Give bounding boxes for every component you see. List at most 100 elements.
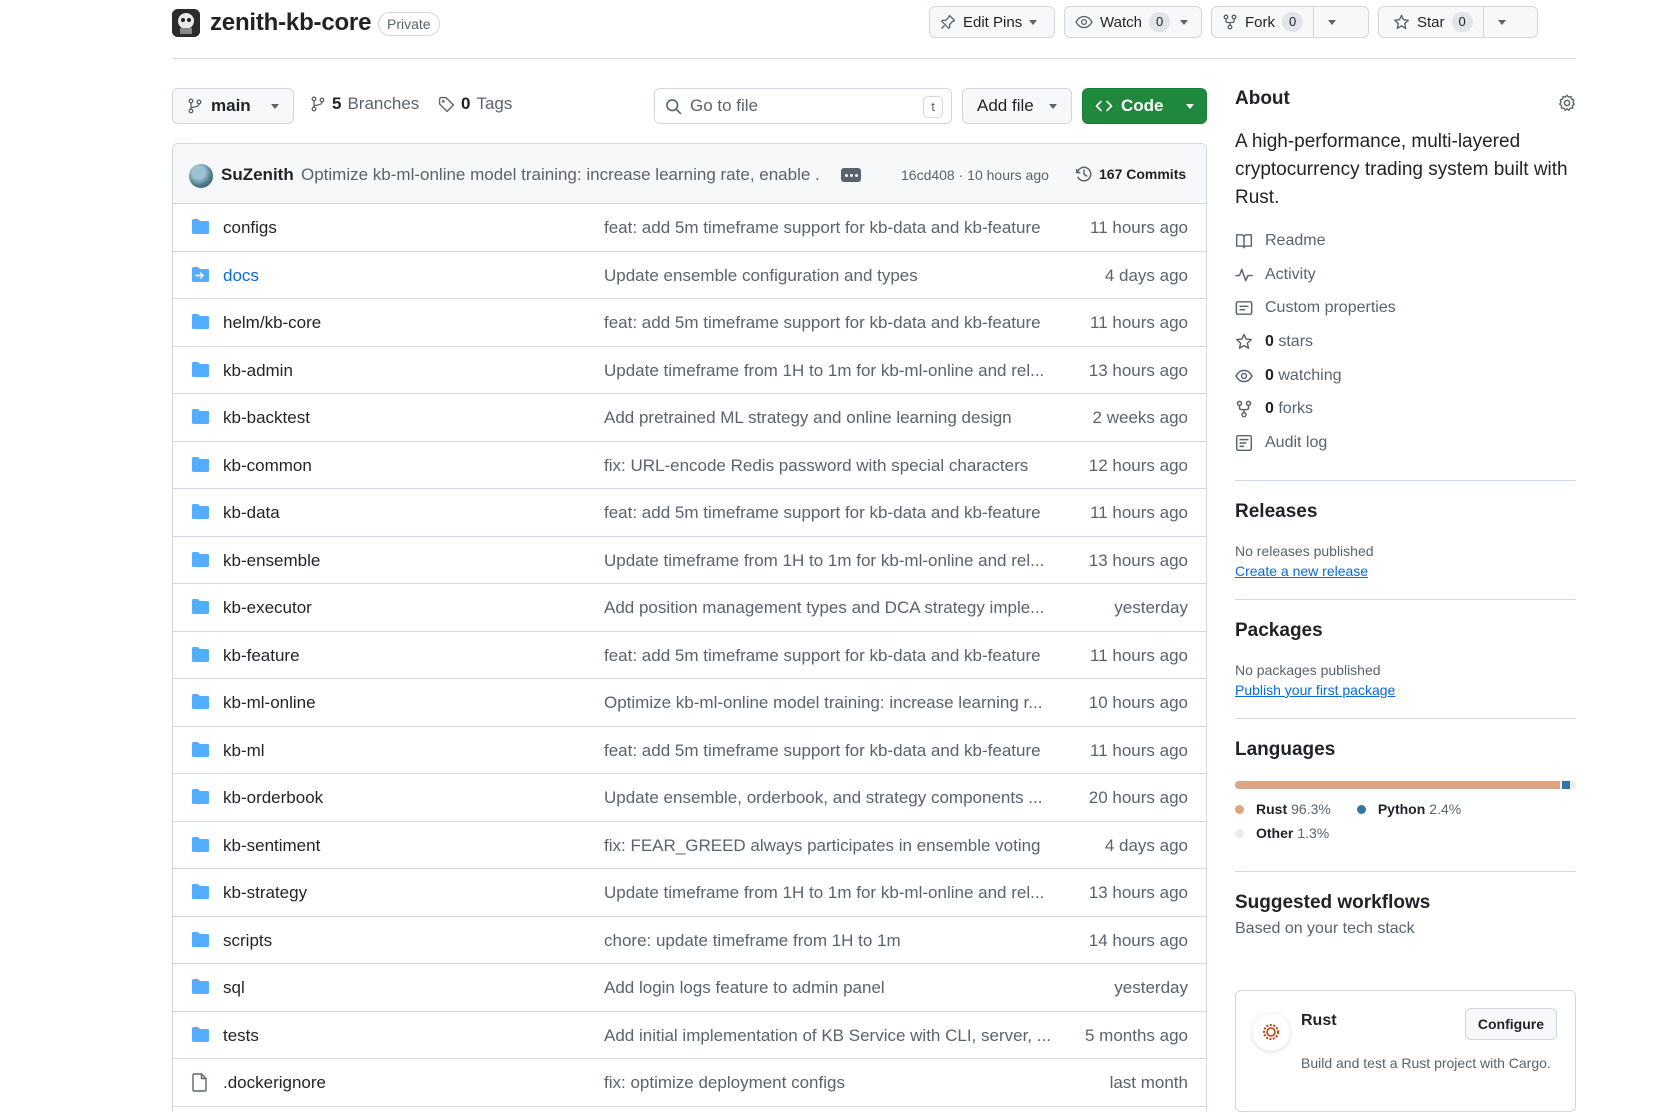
code-button[interactable]: Code: [1082, 88, 1207, 124]
file-name[interactable]: kb-admin: [223, 361, 293, 381]
file-name[interactable]: sql: [223, 978, 245, 998]
about-item-stars[interactable]: 0 stars: [1235, 325, 1576, 359]
file-commit-message[interactable]: Update ensemble, orderbook, and strategy…: [604, 788, 1054, 808]
file-commit-message[interactable]: Update ensemble configuration and types: [604, 266, 1054, 286]
file-commit-message[interactable]: Update timeframe from 1H to 1m for kb-ml…: [604, 361, 1054, 381]
file-commit-message[interactable]: feat: add 5m timeframe support for kb-da…: [604, 503, 1054, 523]
file-list: SuZenith Optimize kb-ml-online model tra…: [172, 143, 1207, 1112]
file-row[interactable]: tests Add initial implementation of KB Se…: [173, 1012, 1206, 1059]
file-row[interactable]: kb-ensemble Update timeframe from 1H to 1…: [173, 537, 1206, 584]
watch-button[interactable]: Watch 0: [1064, 6, 1202, 38]
language-legend-item[interactable]: Rust 96.3%: [1235, 801, 1331, 817]
about-item-activity[interactable]: Activity: [1235, 258, 1576, 292]
file-name[interactable]: kb-ml: [223, 741, 265, 761]
commits-history-link[interactable]: 167 Commits: [1075, 165, 1186, 183]
packages-heading[interactable]: Packages: [1235, 620, 1576, 642]
file-commit-message[interactable]: chore: update timeframe from 1H to 1m: [604, 931, 1054, 951]
language-legend-item[interactable]: Python 2.4%: [1356, 801, 1461, 817]
file-row[interactable]: kb-backtest Add pretrained ML strategy an…: [173, 394, 1206, 442]
star-button[interactable]: Star 0: [1378, 6, 1538, 38]
edit-pins-button[interactable]: Edit Pins: [929, 6, 1055, 38]
file-row[interactable]: kb-common fix: URL-encode Redis password …: [173, 442, 1206, 489]
file-name[interactable]: kb-ml-online: [223, 693, 316, 713]
publish-package-link[interactable]: Publish your first package: [1235, 682, 1576, 698]
about-item-readme[interactable]: Readme: [1235, 224, 1576, 258]
file-row[interactable]: .dockerignore fix: optimize deployment co…: [173, 1059, 1206, 1107]
file-row[interactable]: configs feat: add 5m timeframe support fo…: [173, 204, 1206, 252]
file-row[interactable]: kb-sentiment fix: FEAR_GREED always parti…: [173, 822, 1206, 869]
file-row[interactable]: kb-ml-online Optimize kb-ml-online model …: [173, 679, 1206, 727]
tags-link[interactable]: 0 Tags: [438, 94, 512, 114]
gear-icon[interactable]: [1558, 94, 1576, 112]
chevron-down-icon[interactable]: [1497, 19, 1506, 25]
commit-sha[interactable]: 16cd408: [901, 167, 955, 183]
file-row[interactable]: kb-data feat: add 5m timeframe support fo…: [173, 489, 1206, 537]
commit-author[interactable]: SuZenith: [221, 165, 294, 185]
file-commit-message[interactable]: Update timeframe from 1H to 1m for kb-ml…: [604, 883, 1054, 903]
about-item-custom-properties[interactable]: Custom properties: [1235, 291, 1576, 325]
file-commit-message[interactable]: Add initial implementation of KB Service…: [604, 1026, 1054, 1046]
file-commit-message[interactable]: Add position management types and DCA st…: [604, 598, 1054, 618]
add-file-button[interactable]: Add file: [962, 88, 1072, 124]
file-name[interactable]: configs: [223, 218, 277, 238]
go-to-file-input[interactable]: Go to file t: [654, 88, 952, 124]
file-name[interactable]: kb-ensemble: [223, 551, 320, 571]
about-item-count: 0: [1265, 366, 1274, 384]
file-name[interactable]: kb-backtest: [223, 408, 310, 428]
create-release-link[interactable]: Create a new release: [1235, 563, 1576, 579]
file-name[interactable]: scripts: [223, 931, 272, 951]
file-name[interactable]: kb-executor: [223, 598, 312, 618]
file-row[interactable]: kb-ml feat: add 5m timeframe support for …: [173, 727, 1206, 774]
about-item-watching[interactable]: 0 watching: [1235, 359, 1576, 393]
file-row[interactable]: helm/kb-core feat: add 5m timeframe suppo…: [173, 299, 1206, 347]
file-commit-message[interactable]: Add pretrained ML strategy and online le…: [604, 408, 1054, 428]
expand-commit-button[interactable]: [841, 168, 861, 182]
file-name[interactable]: kb-common: [223, 456, 312, 476]
file-commit-message[interactable]: fix: optimize deployment configs: [604, 1073, 1054, 1093]
file-name[interactable]: helm/kb-core: [223, 313, 321, 333]
file-row[interactable]: kb-orderbook Update ensemble, orderbook, …: [173, 774, 1206, 822]
configure-button[interactable]: Configure: [1464, 1008, 1557, 1040]
file-row[interactable]: kb-admin Update timeframe from 1H to 1m f…: [173, 347, 1206, 394]
file-commit-message[interactable]: feat: add 5m timeframe support for kb-da…: [604, 218, 1054, 238]
commit-message[interactable]: Optimize kb-ml-online model training: in…: [301, 165, 821, 185]
workflows-heading: Suggested workflows: [1235, 891, 1431, 913]
file-row[interactable]: sql Add login logs feature to admin panel…: [173, 964, 1206, 1012]
file-commit-message[interactable]: feat: add 5m timeframe support for kb-da…: [604, 313, 1054, 333]
file-commit-message[interactable]: fix: FEAR_GREED always participates in e…: [604, 836, 1054, 856]
language-percent: 1.3%: [1297, 824, 1330, 841]
fork-button[interactable]: Fork 0: [1211, 6, 1369, 38]
owner-avatar[interactable]: [172, 9, 200, 37]
chevron-down-icon[interactable]: [1180, 19, 1189, 25]
file-name[interactable]: kb-strategy: [223, 883, 307, 903]
file-name[interactable]: .dockerignore: [223, 1073, 326, 1093]
file-name[interactable]: kb-orderbook: [223, 788, 323, 808]
repo-name[interactable]: zenith-kb-core: [210, 9, 371, 37]
file-commit-message[interactable]: fix: URL-encode Redis password with spec…: [604, 456, 1054, 476]
language-legend-item[interactable]: Other 1.3%: [1235, 825, 1576, 841]
file-name[interactable]: kb-data: [223, 503, 280, 523]
file-name[interactable]: docs: [223, 266, 259, 286]
about-item-audit-log[interactable]: Audit log: [1235, 426, 1576, 460]
file-row[interactable]: kb-feature feat: add 5m timeframe support…: [173, 632, 1206, 679]
file-row[interactable]: scripts chore: update timeframe from 1H t…: [173, 917, 1206, 964]
chevron-down-icon[interactable]: [1328, 19, 1337, 25]
file-commit-message[interactable]: Add login logs feature to admin panel: [604, 978, 1054, 998]
file-commit-message[interactable]: feat: add 5m timeframe support for kb-da…: [604, 741, 1054, 761]
file-name[interactable]: tests: [223, 1026, 259, 1046]
star-count: 0: [1451, 12, 1473, 32]
file-commit-message[interactable]: feat: add 5m timeframe support for kb-da…: [604, 646, 1054, 666]
file-commit-message[interactable]: Optimize kb-ml-online model training: in…: [604, 693, 1054, 713]
file-row[interactable]: kb-executor Add position management types…: [173, 584, 1206, 632]
file-name[interactable]: kb-feature: [223, 646, 300, 666]
branches-link[interactable]: 5 Branches: [310, 94, 419, 114]
file-row[interactable]: kb-strategy Update timeframe from 1H to 1…: [173, 869, 1206, 917]
file-commit-message[interactable]: Update timeframe from 1H to 1m for kb-ml…: [604, 551, 1054, 571]
file-row[interactable]: docs Update ensemble configuration and ty…: [173, 252, 1206, 299]
about-item-count: 0: [1265, 400, 1274, 418]
branch-selector[interactable]: main: [172, 88, 294, 124]
author-avatar[interactable]: [189, 164, 213, 188]
about-item-forks[interactable]: 0 forks: [1235, 392, 1576, 426]
releases-heading[interactable]: Releases: [1235, 501, 1576, 523]
file-name[interactable]: kb-sentiment: [223, 836, 320, 856]
